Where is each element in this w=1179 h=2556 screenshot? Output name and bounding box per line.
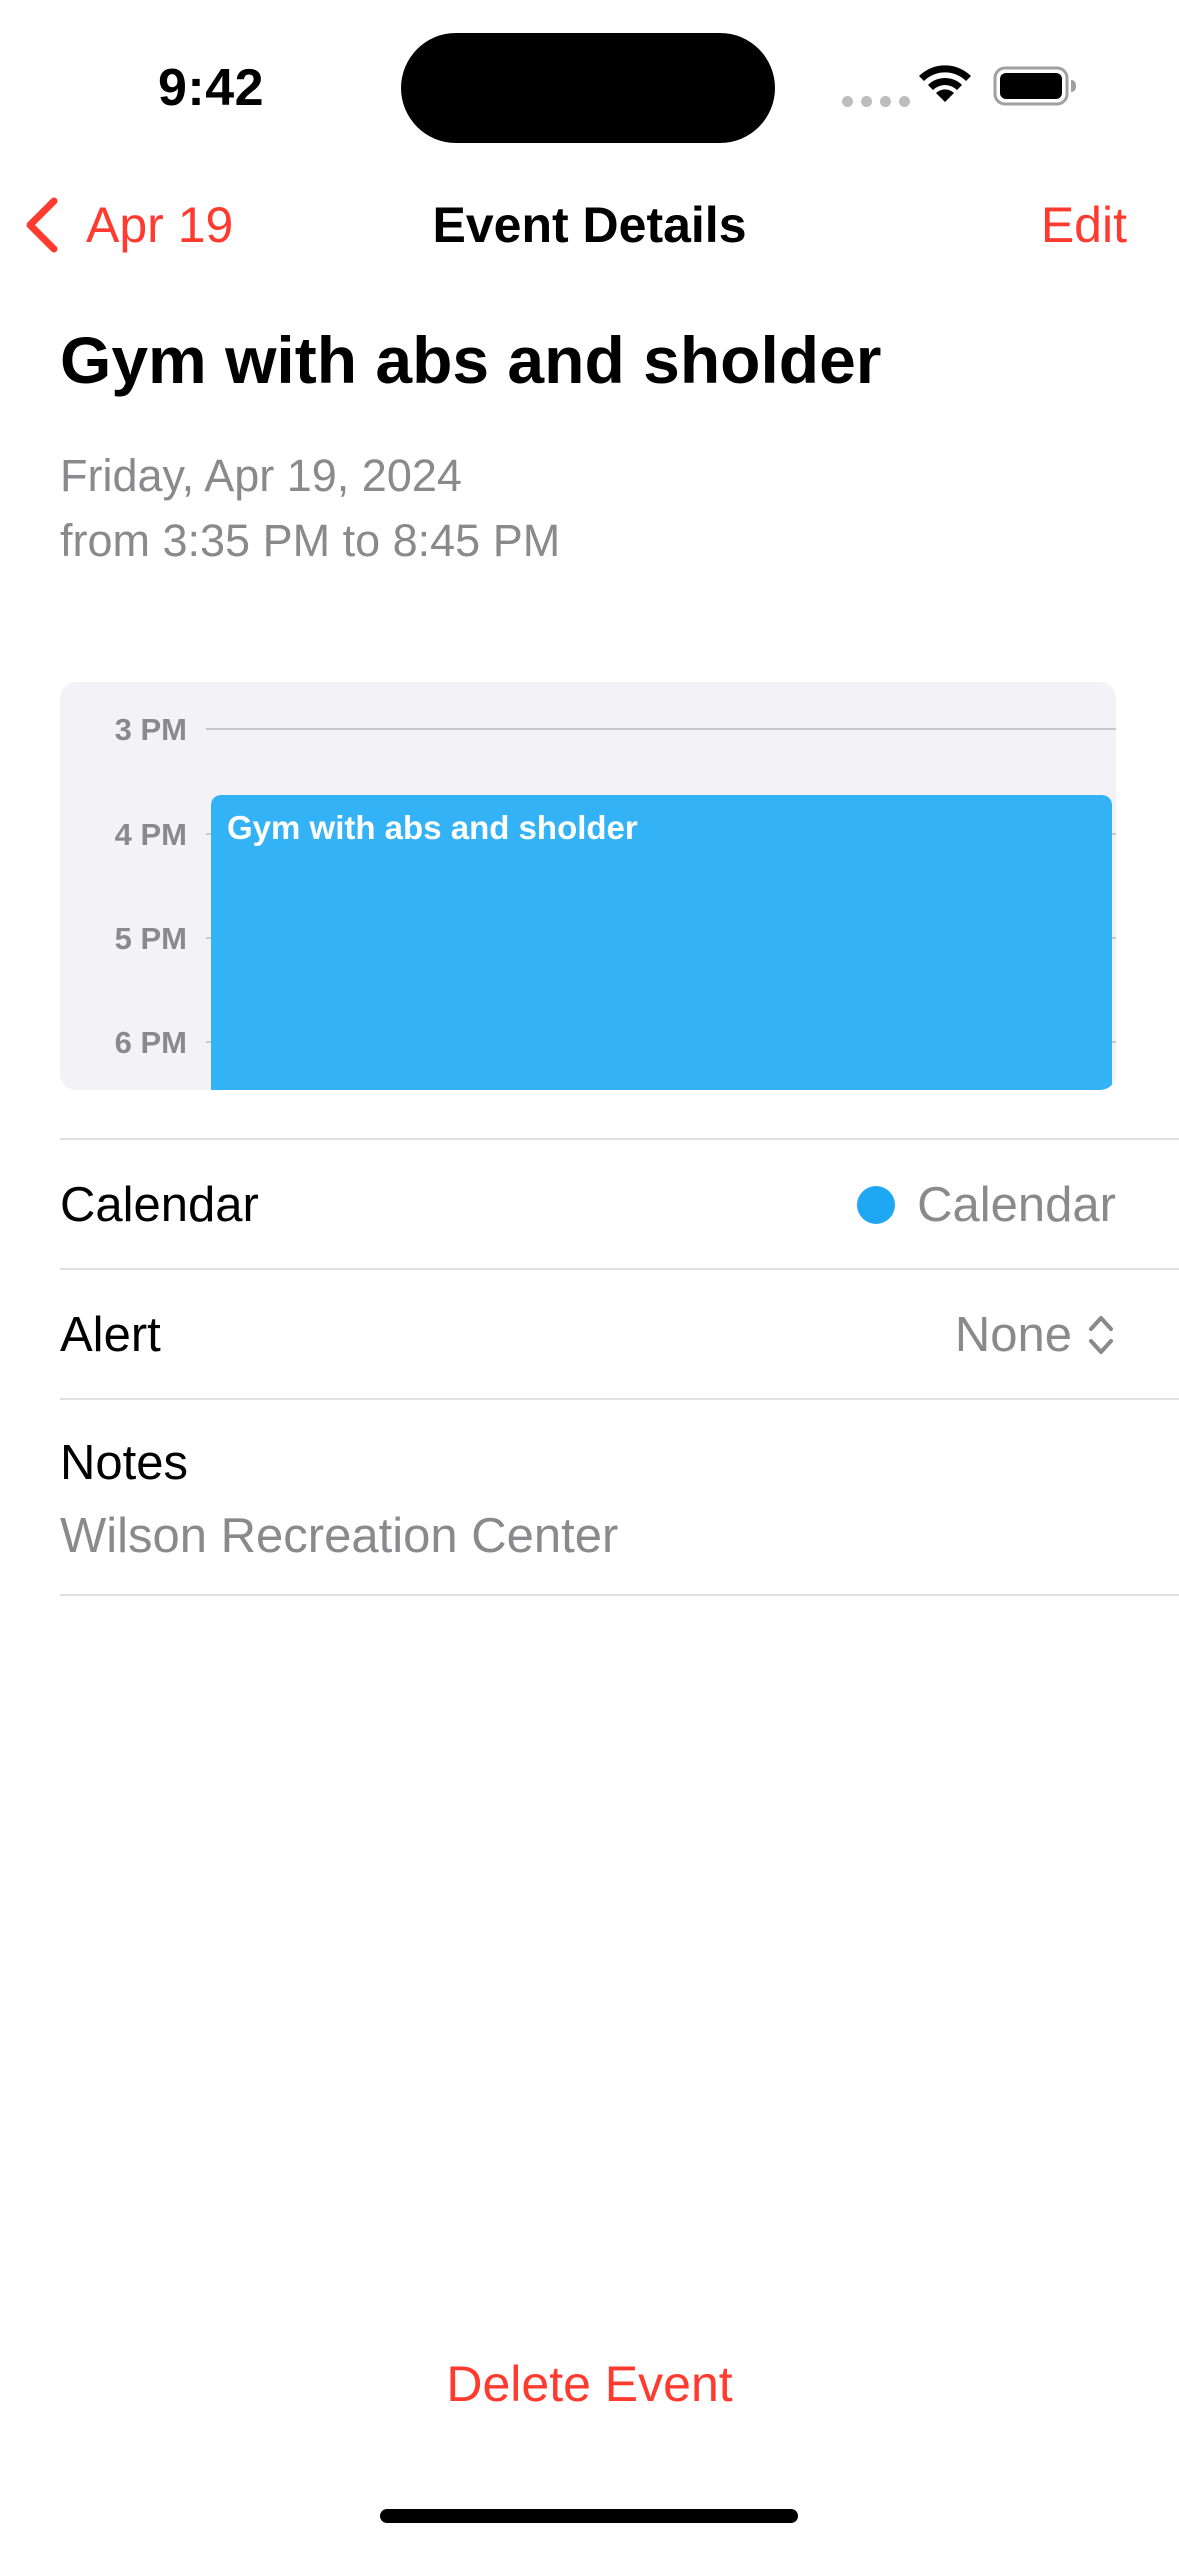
calendar-color-dot xyxy=(857,1186,896,1224)
edit-button[interactable]: Edit xyxy=(1041,196,1127,254)
wifi-icon xyxy=(919,65,971,102)
day-timeline-preview[interactable]: 3 PM 4 PM 5 PM 6 PM Gym with abs and sho… xyxy=(60,682,1116,1090)
notes-value[interactable]: Wilson Recreation Center xyxy=(60,1508,618,1564)
calendar-value-group: Calendar xyxy=(857,1177,1116,1233)
hour-label: 6 PM xyxy=(114,1025,187,1060)
chevron-up-down-icon xyxy=(1089,1316,1113,1354)
divider xyxy=(60,1398,1179,1400)
notes-label: Notes xyxy=(60,1436,189,1490)
event-time-range: from 3:35 PM to 8:45 PM xyxy=(60,515,561,566)
cellular-signal-icon xyxy=(842,96,910,107)
event-block[interactable]: Gym with abs and sholder xyxy=(211,795,1112,1090)
calendar-label: Calendar xyxy=(60,1178,259,1232)
event-date: Friday, Apr 19, 2024 xyxy=(60,450,462,501)
event-title: Gym with abs and sholder xyxy=(60,323,882,397)
home-indicator[interactable] xyxy=(380,2509,798,2523)
delete-event-button[interactable]: Delete Event xyxy=(0,2355,1179,2413)
alert-label: Alert xyxy=(60,1308,161,1362)
page-title: Event Details xyxy=(432,197,747,253)
alert-row[interactable]: Alert None xyxy=(0,1270,1179,1398)
hour-gridline xyxy=(206,728,1116,730)
calendar-row[interactable]: Calendar Calendar xyxy=(0,1140,1179,1268)
hour-label: 5 PM xyxy=(114,921,187,956)
hour-label: 3 PM xyxy=(114,712,187,747)
event-block-title: Gym with abs and sholder xyxy=(227,809,638,846)
battery-icon xyxy=(993,66,1076,106)
divider xyxy=(60,1594,1179,1596)
calendar-value: Calendar xyxy=(917,1178,1116,1232)
dynamic-island xyxy=(401,33,775,143)
status-time: 9:42 xyxy=(158,59,265,117)
alert-value: None xyxy=(954,1308,1072,1362)
alert-picker[interactable]: None xyxy=(955,1307,1116,1363)
hour-label: 4 PM xyxy=(114,817,187,852)
